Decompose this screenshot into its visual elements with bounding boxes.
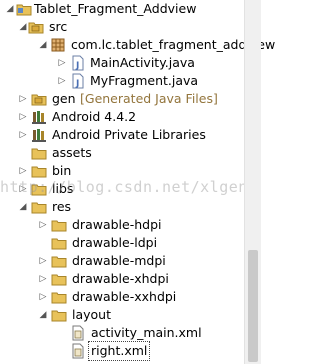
assets-label: assets (52, 145, 92, 160)
tree-item-right[interactable]: right.xml (0, 341, 261, 361)
tree-item-drawable-hdpi[interactable]: ▷ drawable-hdpi (0, 216, 261, 234)
tree-item-layout[interactable]: ◢ layout (0, 306, 261, 324)
scrollbar-thumb[interactable] (248, 250, 258, 362)
collapsed-arrow-icon[interactable]: ▷ (17, 90, 29, 108)
folder-icon (31, 180, 47, 198)
folder-icon (51, 270, 67, 288)
tree-item-gen[interactable]: ▷ gen [Generated Java Files] (0, 90, 261, 108)
collapsed-arrow-icon[interactable]: ▷ (37, 270, 49, 288)
tree-item-drawable-xhdpi[interactable]: ▷ drawable-xhdpi (0, 270, 261, 288)
drawable-xxhdpi-label: drawable-xxhdpi (72, 289, 177, 304)
android-label: Android 4.4.2 (52, 109, 137, 124)
gen-label: gen (52, 91, 76, 106)
package-explorer-tree: ◢ Tablet_Fragment_Addview ◢ src ◢ com.lc… (0, 0, 276, 364)
xml-file-icon (70, 342, 86, 360)
collapsed-arrow-icon[interactable]: ▷ (37, 252, 49, 270)
collapsed-arrow-icon[interactable]: ▷ (56, 54, 68, 72)
my-fragment-label: MyFragment.java (90, 73, 199, 88)
project-icon (16, 0, 32, 18)
xml-file-icon (70, 324, 86, 342)
collapsed-arrow-icon[interactable]: ▷ (37, 288, 49, 306)
library-icon (31, 126, 47, 144)
tree-item-main-activity[interactable]: ▷ J MainActivity.java (0, 54, 261, 72)
java-file-icon: J (70, 54, 86, 72)
tree-item-libs[interactable]: ▷ libs (0, 180, 261, 198)
source-folder-icon (28, 18, 44, 36)
vertical-scrollbar[interactable] (244, 0, 261, 364)
expanded-arrow-icon[interactable]: ◢ (17, 198, 29, 216)
android-private-label: Android Private Libraries (52, 127, 206, 142)
folder-icon (51, 234, 67, 252)
tree-item-assets[interactable]: assets (0, 144, 261, 162)
collapsed-arrow-icon[interactable]: ▷ (17, 108, 29, 126)
tree-item-res[interactable]: ◢ res (0, 198, 261, 216)
package-icon (50, 36, 66, 54)
activity-main-label: activity_main.xml (91, 325, 202, 340)
tree-item-package[interactable]: ◢ com.lc.tablet_fragment_addview (0, 36, 276, 54)
project-label: Tablet_Fragment_Addview (34, 1, 197, 16)
folder-icon (51, 216, 67, 234)
tree-item-drawable-xxhdpi[interactable]: ▷ drawable-xxhdpi (0, 288, 261, 306)
collapsed-arrow-icon[interactable]: ▷ (37, 216, 49, 234)
svg-text:J: J (75, 61, 79, 71)
folder-icon (51, 288, 67, 306)
tree-item-my-fragment[interactable]: ▷ J MyFragment.java (0, 72, 261, 90)
expanded-arrow-icon[interactable]: ◢ (37, 36, 49, 54)
drawable-mdpi-label: drawable-mdpi (72, 253, 166, 268)
tree-item-drawable-ldpi[interactable]: drawable-ldpi (0, 234, 261, 252)
expanded-arrow-icon[interactable]: ◢ (4, 0, 16, 18)
collapsed-arrow-icon[interactable]: ▷ (17, 180, 29, 198)
drawable-ldpi-label: drawable-ldpi (72, 235, 158, 250)
folder-icon (51, 306, 67, 324)
folder-icon (31, 162, 47, 180)
folder-icon (31, 198, 47, 216)
collapsed-arrow-icon[interactable]: ▷ (17, 162, 29, 180)
tree-item-android-private[interactable]: ▷ Android Private Libraries (0, 126, 261, 144)
collapsed-arrow-icon[interactable]: ▷ (17, 126, 29, 144)
layout-label: layout (72, 307, 112, 322)
drawable-xhdpi-label: drawable-xhdpi (72, 271, 169, 286)
folder-icon (51, 252, 67, 270)
res-label: res (52, 199, 72, 214)
tree-item-bin[interactable]: ▷ bin (0, 162, 261, 180)
tree-item-src[interactable]: ◢ src (0, 18, 261, 36)
libs-label: libs (52, 181, 74, 196)
bin-label: bin (52, 163, 72, 178)
source-folder-icon (31, 90, 47, 108)
collapsed-arrow-icon[interactable]: ▷ (56, 72, 68, 90)
main-activity-label: MainActivity.java (90, 55, 195, 70)
drawable-hdpi-label: drawable-hdpi (72, 217, 162, 232)
tree-item-project[interactable]: ◢ Tablet_Fragment_Addview (0, 0, 261, 18)
java-file-icon: J (70, 72, 86, 90)
folder-icon (31, 144, 47, 162)
library-icon (31, 108, 47, 126)
svg-text:J: J (75, 79, 79, 89)
tree-item-android[interactable]: ▷ Android 4.4.2 (0, 108, 261, 126)
tree-item-activity-main[interactable]: activity_main.xml (0, 324, 261, 342)
right-label: right.xml (87, 341, 151, 361)
tree-item-drawable-mdpi[interactable]: ▷ drawable-mdpi (0, 252, 261, 270)
gen-decoration: [Generated Java Files] (80, 91, 218, 106)
expanded-arrow-icon[interactable]: ◢ (37, 306, 49, 324)
src-label: src (49, 19, 68, 34)
